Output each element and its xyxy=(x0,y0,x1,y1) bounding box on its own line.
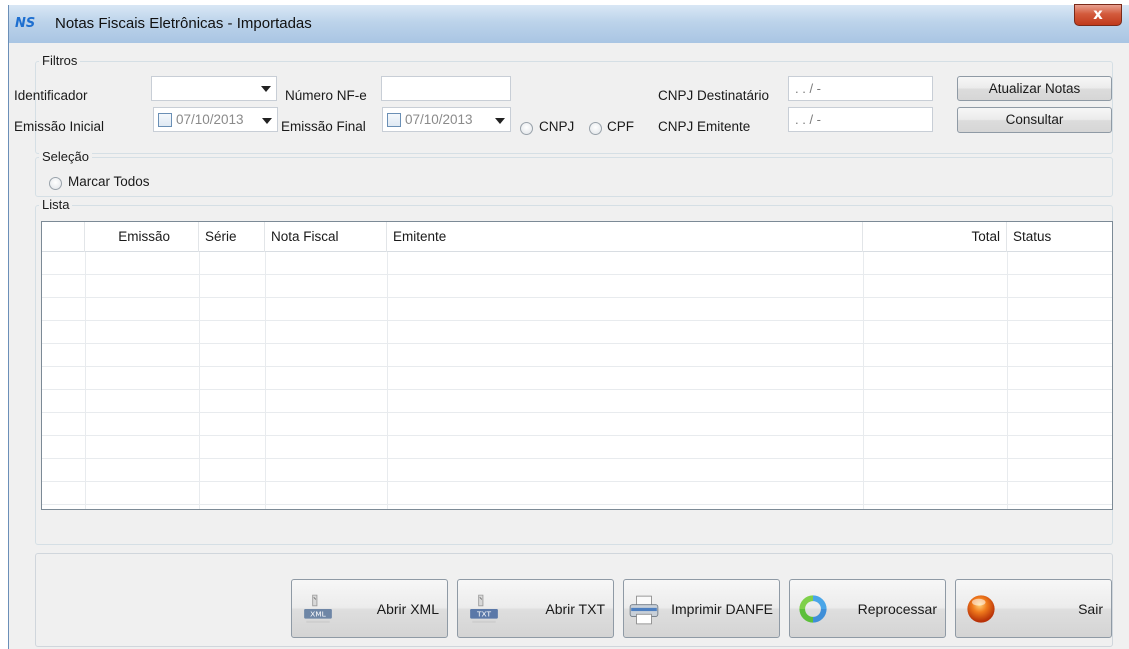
marcar-todos-label[interactable]: Marcar Todos xyxy=(68,174,150,189)
txt-file-icon: TXT xyxy=(470,594,498,623)
chevron-down-icon xyxy=(495,118,505,124)
col-serie[interactable]: Série xyxy=(199,222,265,252)
imprimir-danfe-button[interactable]: Imprimir DANFE xyxy=(623,579,780,638)
svg-text:XML: XML xyxy=(310,609,327,618)
window-title: Notas Fiscais Eletrônicas - Importadas xyxy=(55,15,312,32)
client-area: Filtros Identificador Número NF-e CNPJ D… xyxy=(9,43,1129,649)
emissao-inicial-checkbox[interactable] xyxy=(158,113,172,127)
table-row[interactable] xyxy=(42,482,1112,505)
emissao-final-checkbox[interactable] xyxy=(387,113,401,127)
cnpj-destinatario-label: CNPJ Destinatário xyxy=(658,88,770,103)
abrir-txt-button[interactable]: TXT Abrir TXT xyxy=(457,579,614,638)
atualizar-notas-button[interactable]: Atualizar Notas xyxy=(957,76,1112,101)
reprocessar-button[interactable]: Reprocessar xyxy=(789,579,946,638)
identificador-combo[interactable] xyxy=(151,76,277,101)
cnpj-emitente-label: CNPJ Emitente xyxy=(658,119,751,134)
table-row[interactable] xyxy=(42,321,1112,344)
window: NS Notas Fiscais Eletrônicas - Importada… xyxy=(8,4,1129,649)
radio-cnpj-label[interactable]: CNPJ xyxy=(539,119,574,134)
numero-nfe-input[interactable] xyxy=(381,76,511,101)
reprocessar-label: Reprocessar xyxy=(857,601,937,617)
selection-group xyxy=(35,157,1113,197)
col-emissao[interactable]: Emissão xyxy=(85,222,199,252)
grid-header: Emissão Série Nota Fiscal Emitente Total… xyxy=(42,222,1112,252)
identificador-label: Identificador xyxy=(14,88,88,103)
refresh-icon xyxy=(799,595,827,623)
sair-button[interactable]: Sair xyxy=(955,579,1112,638)
abrir-xml-label: Abrir XML xyxy=(376,601,439,617)
emissao-final-datepicker[interactable]: 07/10/2013 xyxy=(382,107,511,132)
table-row[interactable] xyxy=(42,275,1112,298)
col-selector[interactable] xyxy=(42,222,85,252)
sair-label: Sair xyxy=(1078,601,1103,617)
table-row[interactable] xyxy=(42,390,1112,413)
col-nota-fiscal[interactable]: Nota Fiscal xyxy=(265,222,387,252)
table-row[interactable] xyxy=(42,436,1112,459)
emissao-inicial-date: 07/10/2013 xyxy=(176,112,244,127)
cnpj-emitente-input[interactable]: . . / - xyxy=(788,107,933,132)
radio-cpf-label[interactable]: CPF xyxy=(607,119,634,134)
table-row[interactable] xyxy=(42,344,1112,367)
close-button[interactable]: x xyxy=(1074,4,1122,26)
table-row[interactable] xyxy=(42,298,1112,321)
abrir-xml-button[interactable]: XML Abrir XML xyxy=(291,579,448,638)
exit-icon xyxy=(967,595,995,623)
table-row[interactable] xyxy=(42,413,1112,436)
emissao-inicial-label: Emissão Inicial xyxy=(14,119,105,134)
title-bar[interactable]: NS Notas Fiscais Eletrônicas - Importada… xyxy=(9,4,1129,43)
marcar-todos-radio[interactable] xyxy=(49,177,62,190)
col-emitente[interactable]: Emitente xyxy=(387,222,863,252)
col-total[interactable]: Total xyxy=(863,222,1007,252)
svg-text:TXT: TXT xyxy=(476,609,492,618)
numero-nfe-label: Número NF-e xyxy=(285,88,367,103)
xml-file-icon: XML xyxy=(304,594,332,623)
table-row[interactable] xyxy=(42,459,1112,482)
chevron-down-icon xyxy=(261,86,271,92)
table-row[interactable] xyxy=(42,252,1112,275)
col-status[interactable]: Status xyxy=(1007,222,1112,252)
emissao-final-label: Emissão Final xyxy=(281,119,366,134)
radio-cnpj[interactable] xyxy=(520,122,533,135)
emissao-inicial-datepicker[interactable]: 07/10/2013 xyxy=(153,107,278,132)
printer-icon xyxy=(629,595,659,625)
filters-group-label: Filtros xyxy=(39,53,81,68)
notes-grid[interactable]: Emissão Série Nota Fiscal Emitente Total… xyxy=(41,221,1113,510)
abrir-txt-label: Abrir TXT xyxy=(545,601,605,617)
chevron-down-icon xyxy=(262,118,272,124)
imprimir-danfe-label: Imprimir DANFE xyxy=(671,601,773,617)
consultar-button[interactable]: Consultar xyxy=(957,107,1112,133)
cnpj-destinatario-input[interactable]: . . / - xyxy=(788,76,933,101)
emissao-final-date: 07/10/2013 xyxy=(405,112,473,127)
selection-group-label: Seleção xyxy=(39,149,92,164)
table-row[interactable] xyxy=(42,367,1112,390)
app-logo-icon: NS xyxy=(15,16,36,31)
list-group-label: Lista xyxy=(39,197,73,212)
radio-cpf[interactable] xyxy=(589,122,602,135)
